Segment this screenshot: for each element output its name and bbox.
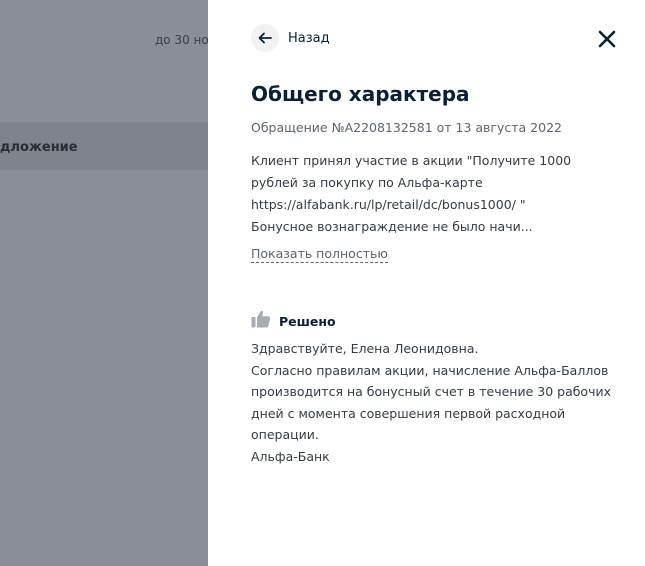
description-line: рублей за покупку по Альфа-карте <box>251 175 483 190</box>
back-label: Назад <box>288 30 330 46</box>
answer-line: операции. <box>251 427 319 443</box>
status-label: Решено <box>279 313 336 329</box>
page: до 30 ноя дложение Назад Общего характер… <box>0 0 645 566</box>
answer-line: Согласно правилам акции, начисление Альф… <box>251 362 609 378</box>
answer-line: Альфа-Банк <box>251 448 330 464</box>
description-line: https://alfabank.ru/lp/retail/dc/bonus10… <box>251 197 526 212</box>
answer-line: Здравствуйте, Елена Леонидовна. <box>251 341 479 356</box>
request-details-panel: Назад Общего характера Обращение №A22081… <box>208 0 645 566</box>
answer-line: дней с момента совершения первой расходн… <box>251 405 566 421</box>
request-description: Клиент принял участие в акции "Получите … <box>251 150 596 238</box>
description-line: Бонусное вознаграждение не было начи... <box>251 219 533 234</box>
bank-answer: Здравствуйте, Елена Леонидовна. Согласно… <box>251 338 631 468</box>
request-number-date: Обращение №A2208132581 от 13 августа 202… <box>251 120 562 135</box>
thumbs-up-icon <box>251 310 271 332</box>
back-button[interactable]: Назад <box>251 24 330 52</box>
show-more-link[interactable]: Показать полностью <box>251 246 388 263</box>
background-date: до 30 ноя <box>155 33 216 47</box>
description-line: Клиент принял участие в акции "Получите … <box>251 153 572 168</box>
background-row-label: дложение <box>0 140 78 155</box>
back-arrow-icon <box>251 24 279 52</box>
status-row: Решено <box>251 310 336 332</box>
page-title: Общего характера <box>251 82 470 106</box>
close-icon[interactable] <box>596 28 618 50</box>
answer-line: производится на бонусный счет в течение … <box>251 384 611 400</box>
